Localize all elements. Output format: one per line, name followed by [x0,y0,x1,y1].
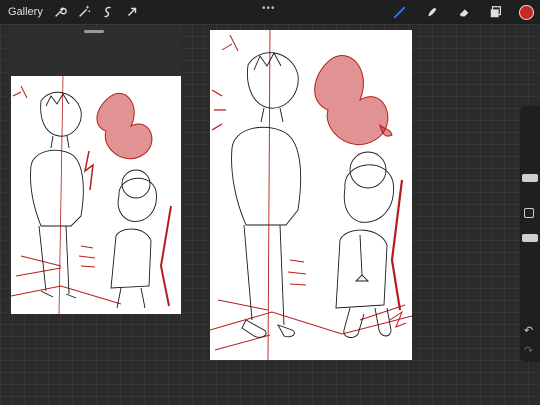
selection-icon[interactable] [99,3,117,21]
brush-sidebar: ↶ ↷ [520,106,540,362]
top-toolbar: Gallery ••• [0,0,540,24]
brush-icon[interactable] [391,3,409,21]
color-picker-button[interactable] [519,4,534,20]
right-tool-group [391,0,540,24]
canvas-artwork [210,30,412,360]
wrench-icon[interactable] [51,3,69,21]
layers-icon[interactable] [487,3,505,21]
modify-button[interactable] [524,208,534,218]
main-canvas[interactable] [210,30,412,360]
canvas-menu-dots[interactable]: ••• [262,3,276,14]
brush-opacity-slider[interactable] [522,234,538,242]
gallery-button[interactable]: Gallery [8,6,43,18]
undo-button[interactable]: ↶ [524,324,533,337]
transform-arrow-icon[interactable] [123,3,141,21]
brush-size-slider[interactable] [522,174,538,182]
reference-panel [6,26,182,316]
reference-panel-handle[interactable] [84,30,104,33]
smudge-icon[interactable] [423,3,441,21]
redo-button[interactable]: ↷ [524,344,533,357]
reference-artwork [11,76,172,314]
eraser-icon[interactable] [455,3,473,21]
magic-wand-icon[interactable] [75,3,93,21]
reference-image [11,76,181,314]
